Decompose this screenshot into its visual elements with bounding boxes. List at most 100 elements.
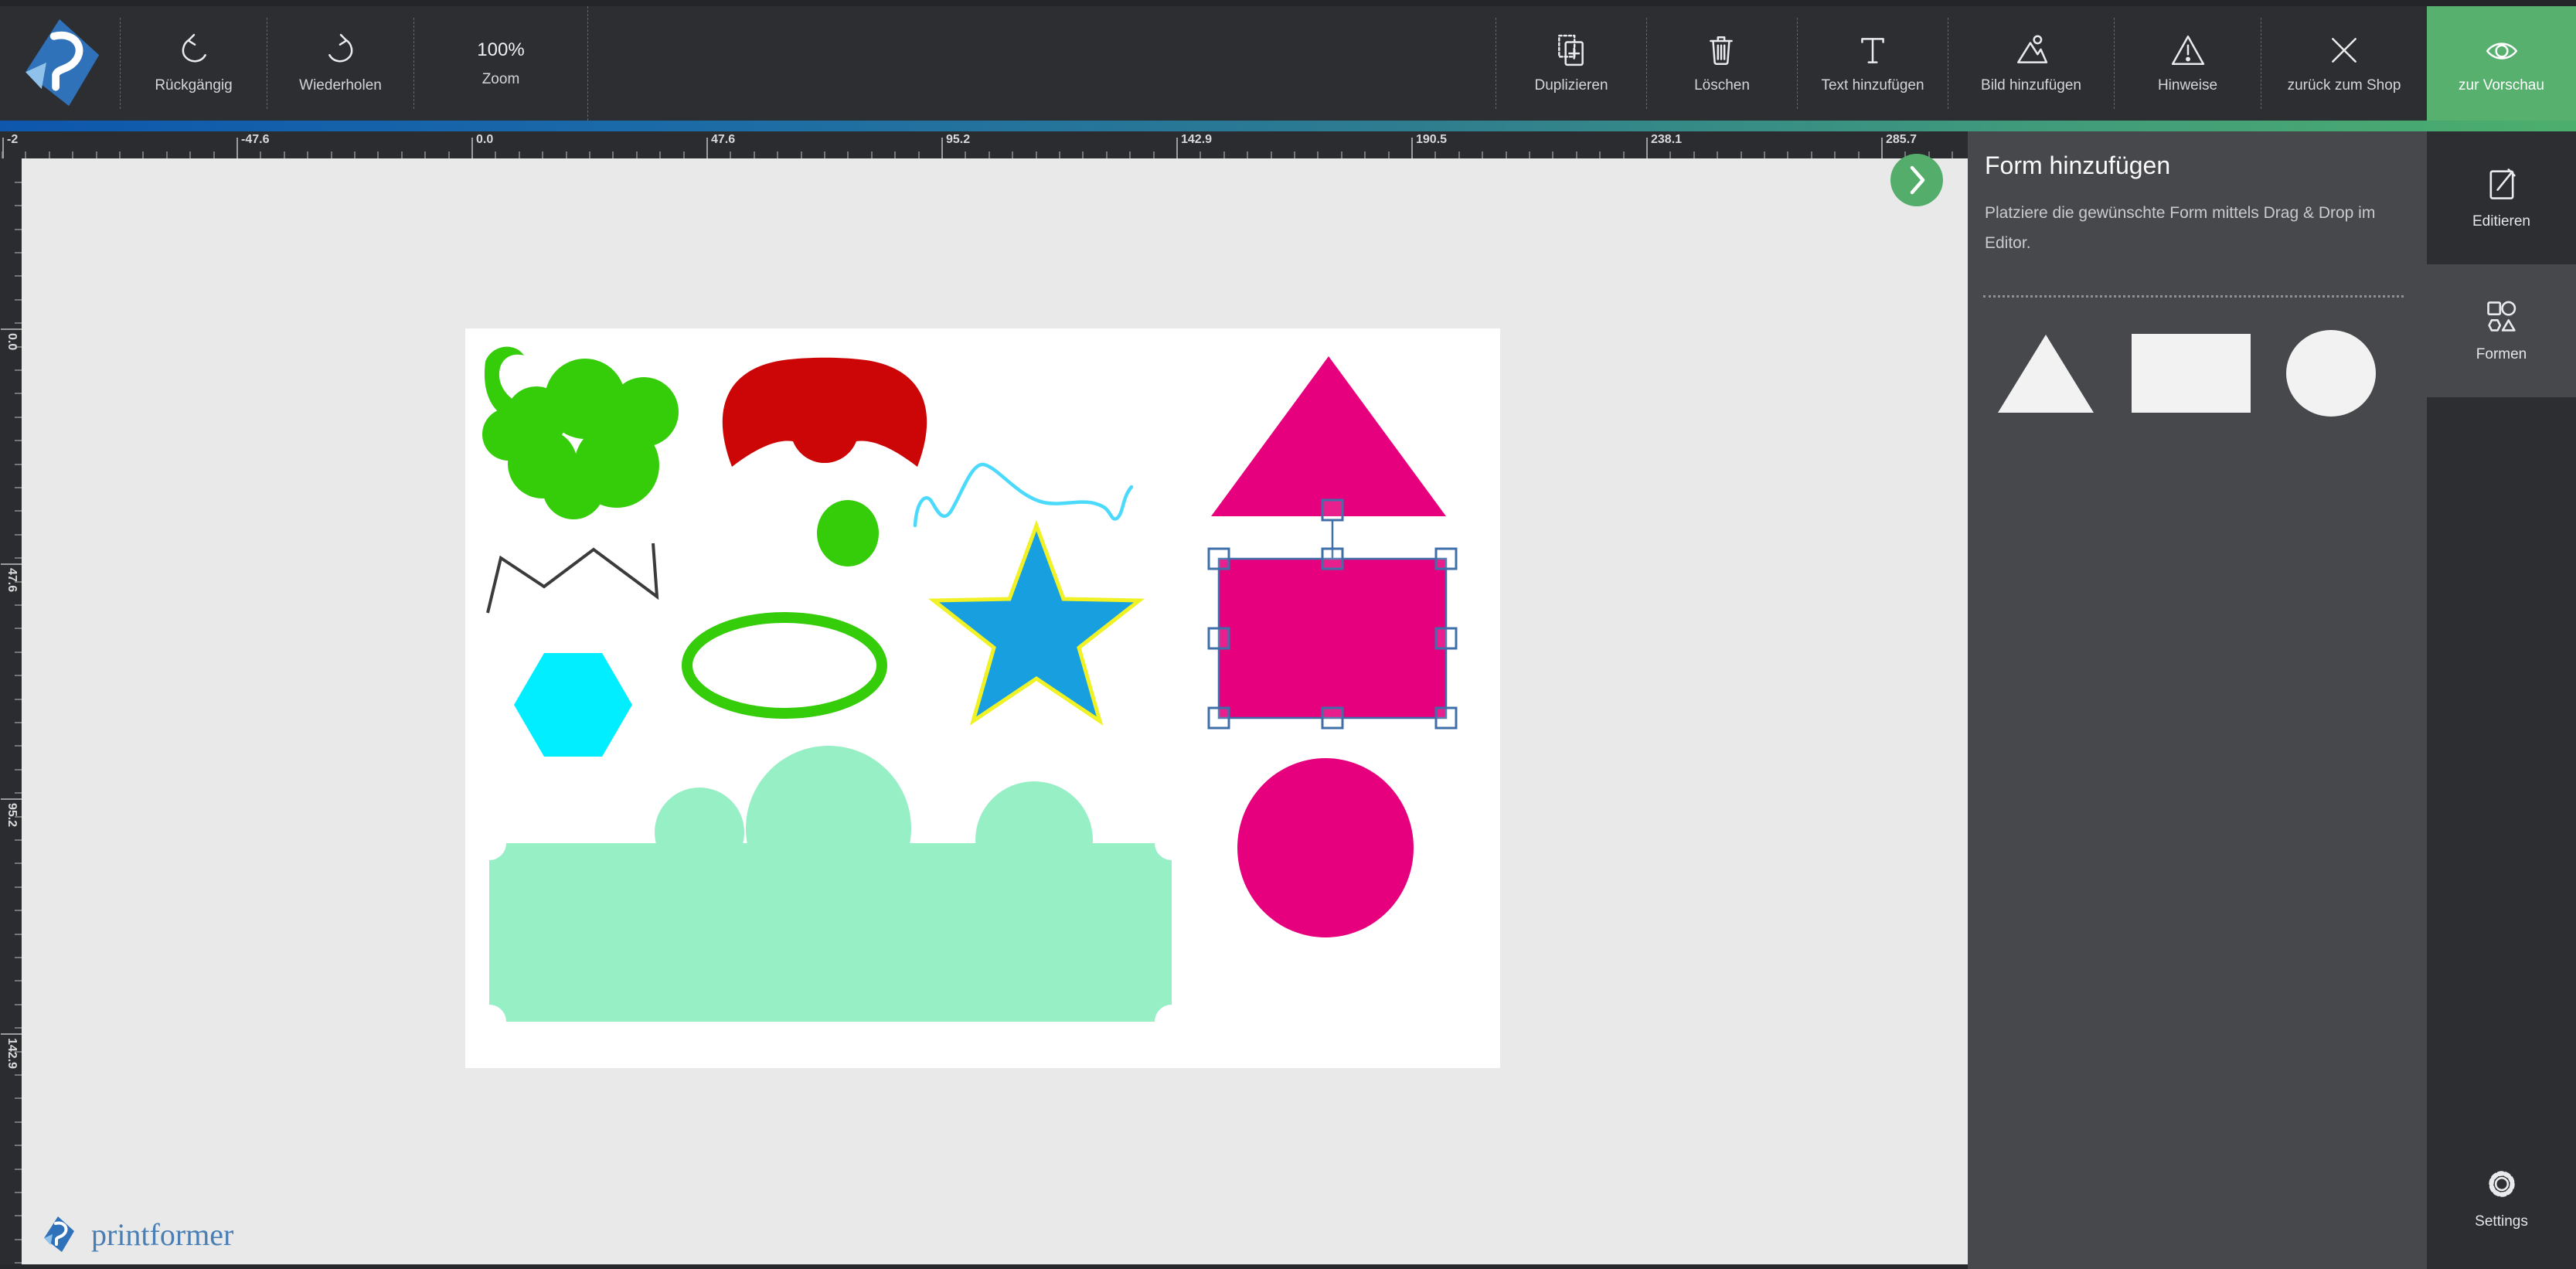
zoom-value: 100% [477, 39, 524, 61]
ruler-tick [96, 151, 97, 158]
selection-handle[interactable] [1436, 549, 1456, 569]
ruler-tick [1434, 151, 1436, 158]
tab-formen-label: Formen [2476, 346, 2527, 363]
ruler-tick [15, 980, 22, 982]
ruler-tick [1741, 151, 1742, 158]
green-cloud-shape[interactable] [482, 408, 535, 461]
edit-icon [2483, 165, 2520, 202]
settings-button[interactable]: Settings [2427, 1131, 2576, 1264]
ruler-tick [1858, 151, 1860, 158]
close-icon [2326, 32, 2362, 68]
gear-icon [2483, 1165, 2520, 1203]
hints-button[interactable]: Hinweise [2114, 18, 2261, 109]
duplicate-label: Duplizieren [1534, 77, 1608, 94]
ruler-major-tick [1, 1033, 22, 1035]
zoom-out-button[interactable] [434, 39, 457, 62]
ruler-tick [49, 151, 50, 158]
ruler-tick [1153, 151, 1155, 158]
ruler-tick [1764, 151, 1765, 158]
tab-editieren[interactable]: Editieren [2427, 131, 2576, 264]
ruler-tick [119, 151, 121, 158]
ruler-tick [15, 604, 22, 606]
ruler-tick [1458, 151, 1460, 158]
selection-handle[interactable] [1322, 549, 1342, 569]
mint-plaque-shape[interactable] [746, 746, 911, 911]
ruler-tick [801, 151, 802, 158]
selection-handle[interactable] [1209, 708, 1229, 728]
ruler-tick [15, 510, 22, 512]
ruler-tick [1341, 151, 1342, 158]
ruler-tick [1811, 151, 1812, 158]
undo-label: Rückgängig [155, 77, 232, 94]
ruler-label: 142.9 [1181, 133, 1212, 147]
printformer-logo-icon[interactable] [12, 15, 107, 110]
ruler-tick [354, 151, 356, 158]
ruler-tick [1506, 151, 1507, 158]
triangle-template[interactable] [1994, 330, 2098, 417]
ruler-tick [894, 151, 896, 158]
ruler-label: 190.5 [1416, 133, 1447, 147]
ruler-tick [213, 151, 215, 158]
green-dot-shape[interactable] [817, 500, 879, 566]
ruler-tick [1317, 151, 1319, 158]
ruler-tick [15, 1192, 22, 1193]
ruler-tick [1552, 151, 1553, 158]
add-image-label: Bild hinzufügen [1981, 77, 2081, 94]
pink-circle-shape[interactable] [1237, 758, 1414, 937]
circle-template[interactable] [2285, 328, 2377, 418]
add-text-button[interactable]: Text hinzufügen [1797, 18, 1948, 109]
undo-button[interactable]: Rückgängig [120, 18, 267, 109]
ruler-tick [15, 769, 22, 771]
selection-handle[interactable] [1209, 628, 1229, 648]
accent-gradient-bar [0, 121, 2576, 131]
duplicate-icon [1553, 32, 1589, 68]
selection-handle[interactable] [1436, 708, 1456, 728]
ruler-tick [589, 151, 590, 158]
ruler-tick [260, 151, 261, 158]
canvas-bottom-edge [0, 1264, 1968, 1269]
window-top-strip [0, 0, 2576, 6]
printformer-editor: Rückgängig Wiederholen 100% Z [0, 0, 2576, 1269]
mint-plaque-shape[interactable] [655, 788, 744, 877]
rotation-handle[interactable] [1322, 500, 1342, 520]
ruler-tick [1482, 151, 1483, 158]
toolbar: Rückgängig Wiederholen 100% Z [0, 6, 2576, 121]
redo-icon [323, 32, 359, 68]
add-image-button[interactable]: Bild hinzufügen [1948, 18, 2114, 109]
toolbar-left-group: Rückgängig Wiederholen 100% Z [120, 6, 588, 121]
ruler-tick [15, 957, 22, 958]
ruler-tick [15, 1027, 22, 1029]
tab-formen[interactable]: Formen [2427, 264, 2576, 397]
ruler-tick [777, 151, 778, 158]
ruler-label: 238.1 [1651, 133, 1682, 147]
panel-description: Platziere die gewünschte Form mittels Dr… [1985, 198, 2394, 258]
right-sidebar: Editieren Formen Settings [2427, 131, 2576, 1269]
ruler-tick [495, 151, 496, 158]
ruler-tick [15, 557, 22, 559]
ruler-tick [612, 151, 614, 158]
mint-plaque-shape[interactable] [975, 781, 1093, 899]
ruler-tick [15, 1121, 22, 1123]
ruler-tick [15, 252, 22, 253]
selection-handle[interactable] [1322, 708, 1342, 728]
redo-button[interactable]: Wiederholen [267, 18, 413, 109]
green-cloud-shape[interactable] [543, 458, 604, 519]
ruler-tick [15, 652, 22, 653]
ruler-tick [1388, 151, 1390, 158]
selection-handle[interactable] [1436, 628, 1456, 648]
preview-button[interactable]: zur Vorschau [2427, 6, 2576, 121]
ruler-tick [15, 839, 22, 841]
zoom-in-button[interactable] [545, 39, 568, 62]
red-fan-shape[interactable] [723, 358, 927, 467]
ruler-tick [15, 229, 22, 230]
back-to-shop-button[interactable]: zurück zum Shop [2261, 18, 2427, 109]
rectangle-template[interactable] [2132, 334, 2251, 413]
pink-rectangle-shape[interactable] [1219, 559, 1446, 718]
ruler-tick [15, 675, 22, 676]
duplicate-button[interactable]: Duplizieren [1496, 18, 1646, 109]
selection-handle[interactable] [1209, 549, 1229, 569]
delete-button[interactable]: Löschen [1646, 18, 1797, 109]
ruler-tick [15, 417, 22, 418]
next-page-button[interactable] [1890, 154, 1943, 206]
ruler-tick [965, 151, 966, 158]
